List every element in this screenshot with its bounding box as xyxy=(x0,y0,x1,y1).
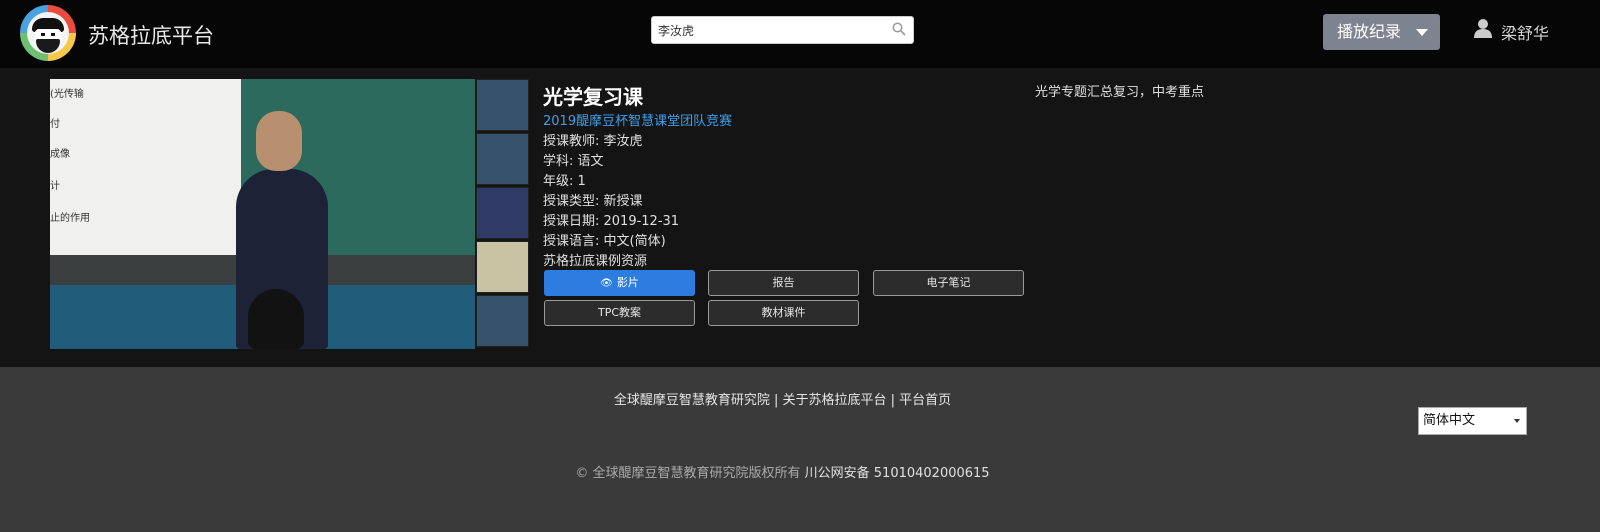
play-log-dropdown[interactable]: 播放纪录 xyxy=(1323,14,1440,50)
teacher-info: 授课教师: 李汝虎 xyxy=(543,134,643,149)
play-log-label: 播放纪录 xyxy=(1337,22,1402,41)
lesson-language-info: 授课语言: 中文(简体) xyxy=(543,234,666,249)
e-notes-button[interactable]: 电子笔记 xyxy=(873,270,1024,296)
subject-info: 学科: 语文 xyxy=(543,154,604,169)
tpc-lesson-plan-button[interactable]: TPC教案 xyxy=(544,300,695,326)
thumbnail[interactable] xyxy=(476,187,529,239)
resource-source: 苏格拉底课例资源 xyxy=(543,254,648,269)
user-name[interactable]: 梁舒华 xyxy=(1501,20,1549,44)
competition-link[interactable]: 2019醍摩豆杯智慧课堂团队竞赛 xyxy=(543,110,732,129)
platform-logo[interactable] xyxy=(20,5,76,61)
search-input[interactable] xyxy=(658,21,888,39)
video-thumbnails xyxy=(476,79,529,349)
thumbnail[interactable] xyxy=(476,133,529,185)
video-player[interactable]: (光传输 付 成像 计 止的作用 xyxy=(50,79,475,349)
top-bar: 苏格拉底平台 播放纪录 梁舒华 xyxy=(0,0,1600,68)
caret-down-icon xyxy=(1514,419,1520,423)
lesson-type-info: 授课类型: 新授课 xyxy=(543,194,643,209)
materials-button[interactable]: 教材课件 xyxy=(708,300,859,326)
caret-down-icon xyxy=(1416,29,1428,36)
police-record-link[interactable]: 川公网安备 51010402000615 xyxy=(805,466,990,481)
whiteboard-image: (光传输 付 成像 计 止的作用 xyxy=(50,79,241,255)
language-select[interactable]: 简体中文 xyxy=(1418,407,1527,435)
user-icon[interactable] xyxy=(1474,18,1492,38)
lesson-description: 光学专题汇总复习，中考重点 xyxy=(1035,85,1205,100)
footer-link-about[interactable]: 关于苏格拉底平台 xyxy=(782,393,886,408)
film-button[interactable]: 👁 影片 xyxy=(544,270,695,296)
footer-link-home[interactable]: 平台首页 xyxy=(899,393,951,408)
footer-links: 全球醍摩豆智慧教育研究院 | 关于苏格拉底平台 | 平台首页 xyxy=(613,393,952,408)
report-button[interactable]: 报告 xyxy=(708,270,859,296)
thumbnail[interactable] xyxy=(476,295,529,347)
search-icon[interactable] xyxy=(892,22,906,36)
lesson-date-info: 授课日期: 2019-12-31 xyxy=(543,214,680,229)
eye-icon: 👁 xyxy=(600,278,613,289)
grade-info: 年级: 1 xyxy=(543,174,586,189)
footer-link-institute[interactable]: 全球醍摩豆智慧教育研究院 xyxy=(614,393,770,408)
thumbnail[interactable] xyxy=(476,79,529,131)
brand-title[interactable]: 苏格拉底平台 xyxy=(88,20,214,50)
thumbnail[interactable] xyxy=(476,241,529,293)
lesson-title: 光学复习课 xyxy=(543,85,643,109)
search-box[interactable] xyxy=(651,16,914,44)
copyright: © 全球醍摩豆智慧教育研究院版权所有 川公网安备 51010402000615 xyxy=(575,466,990,481)
lesson-panel: (光传输 付 成像 计 止的作用 光学复习课 2019醍摩豆杯智慧课堂团队竞赛 … xyxy=(0,68,1600,367)
